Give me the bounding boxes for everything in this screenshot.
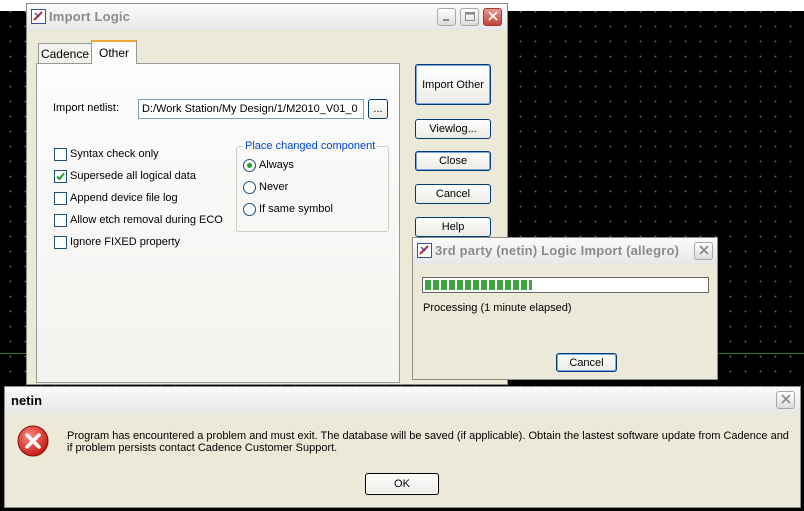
cancel-label: Cancel — [435, 188, 471, 200]
close-icon — [488, 11, 498, 21]
import-netlist-field[interactable]: D:/Work Station/My Design/1/M2010_V01_0 — [138, 99, 364, 119]
checkmark-icon — [56, 172, 65, 181]
progress-title: 3rd party (netin) Logic Import (allegro) — [435, 243, 680, 258]
radio-label: Always — [259, 159, 294, 171]
error-message: Program has encountered a problem and mu… — [67, 430, 789, 454]
viewlog-button[interactable]: Viewlog... — [415, 119, 491, 139]
netin-error-dialog: netin Program has encountered a problem … — [4, 386, 801, 508]
error-titlebar[interactable]: netin — [5, 387, 800, 413]
close-icon — [699, 245, 709, 255]
tab-other[interactable]: Other — [91, 40, 137, 64]
close-error-button[interactable] — [776, 391, 795, 409]
allegro-app-icon — [417, 243, 432, 258]
import-netlist-value: D:/Work Station/My Design/1/M2010_V01_0 — [142, 103, 358, 115]
import-other-label: Import Other — [422, 78, 484, 91]
progress-bar — [422, 277, 709, 293]
radio-button-selected[interactable] — [243, 159, 256, 172]
import-other-button[interactable]: Import Other — [415, 64, 491, 105]
checkbox-label: Append device file log — [70, 192, 178, 204]
allegro-app-icon — [31, 9, 46, 24]
tab-cadence-label: Cadence — [40, 46, 90, 61]
import-netlist-label: Import netlist: — [53, 102, 120, 114]
cancel-button[interactable]: Cancel — [415, 184, 491, 204]
checkbox-box[interactable] — [54, 214, 67, 227]
tab-cadence[interactable]: Cadence — [38, 43, 92, 63]
close-window-button[interactable] — [483, 8, 502, 26]
checkbox-box-checked[interactable] — [54, 170, 67, 183]
progress-bar-fill — [425, 280, 532, 290]
window-title: Import Logic — [49, 9, 131, 24]
minimize-button[interactable] — [437, 8, 456, 26]
place-changed-component-group: Place changed component Always Never If … — [236, 140, 389, 232]
checkbox-label: Ignore FIXED property — [70, 236, 181, 248]
progress-status: Processing (1 minute elapsed) — [423, 302, 572, 314]
browse-netlist-button[interactable]: ... — [368, 99, 388, 119]
checkbox-label: Allow etch removal during ECO — [70, 214, 223, 226]
ok-label: OK — [394, 478, 410, 490]
maximize-icon — [465, 12, 475, 21]
checkbox-label: Supersede all logical data — [70, 170, 196, 182]
progress-cancel-label: Cancel — [569, 356, 604, 369]
checkbox-box[interactable] — [54, 192, 67, 205]
error-title: netin — [11, 393, 43, 408]
progress-cancel-button[interactable]: Cancel — [556, 353, 617, 372]
radio-label: Never — [259, 181, 289, 193]
radio-button[interactable] — [243, 203, 256, 216]
close-label: Close — [438, 155, 468, 167]
progress-titlebar[interactable]: 3rd party (netin) Logic Import (allegro) — [413, 238, 717, 264]
radio-dot — [247, 163, 252, 168]
close-button[interactable]: Close — [415, 151, 491, 171]
viewlog-label: Viewlog... — [429, 123, 477, 135]
help-label: Help — [441, 221, 465, 233]
close-icon — [781, 394, 791, 404]
radio-label: If same symbol — [259, 203, 333, 215]
tab-other-label: Other — [98, 46, 129, 60]
radio-button[interactable] — [243, 181, 256, 194]
error-icon — [17, 425, 49, 457]
checkbox-box[interactable] — [54, 148, 67, 161]
close-progress-button[interactable] — [694, 242, 713, 260]
checkbox-box[interactable] — [54, 236, 67, 249]
checkbox-label: Syntax check only — [70, 148, 159, 160]
logic-import-progress-dialog: 3rd party (netin) Logic Import (allegro)… — [412, 237, 718, 380]
help-button[interactable]: Help — [415, 217, 491, 237]
import-logic-titlebar[interactable]: Import Logic — [27, 4, 507, 30]
tab-panel-other: Import netlist: D:/Work Station/My Desig… — [36, 63, 400, 383]
ok-button[interactable]: OK — [365, 473, 439, 495]
browse-label: ... — [373, 103, 383, 115]
group-title: Place changed component — [243, 140, 378, 152]
minimize-icon — [443, 19, 449, 21]
maximize-button[interactable] — [460, 8, 479, 26]
